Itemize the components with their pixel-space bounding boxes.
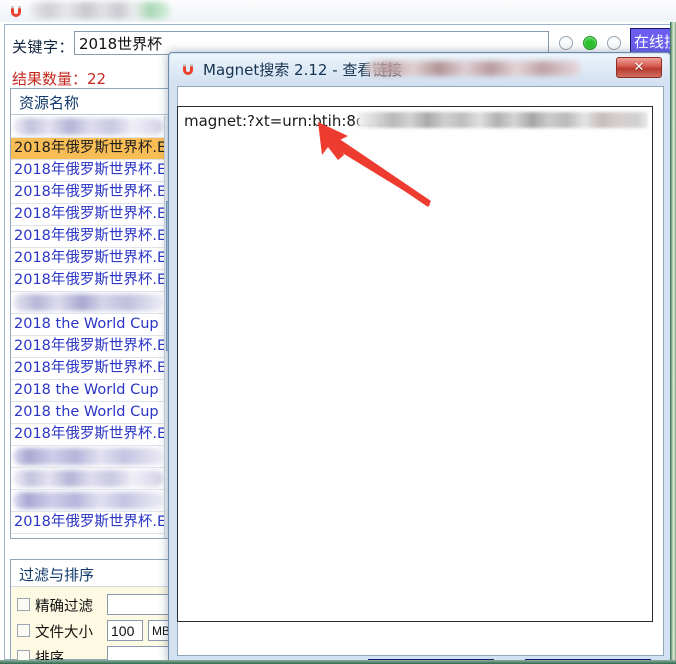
view-link-dialog: Magnet搜索 2.12 - 查看链接 ✕ magnet:?xt=urn:bt…	[168, 52, 671, 664]
list-item-label: 2018年俄罗斯世界杯.EP04.	[14, 184, 173, 200]
radio-option-2[interactable]	[583, 36, 597, 50]
list-item-blurred	[13, 294, 163, 311]
list-item[interactable]: 2018年俄罗斯世界杯.EP32.	[11, 160, 173, 182]
magnet-link-textarea[interactable]: magnet:?xt=urn:btih:8d28	[177, 106, 653, 622]
list-item[interactable]: 2018年俄罗斯世界杯.EP12.	[11, 204, 173, 226]
list-column-header-name: 资源名称	[11, 89, 173, 115]
list-item[interactable]: 2018年俄罗斯世界杯.EP09.	[11, 424, 173, 446]
list-item-label: 2018年俄罗斯世界杯.EP26.	[14, 228, 173, 244]
magnet-icon	[11, 6, 21, 17]
list-item-label: 2018年俄罗斯世界杯.EP11.	[14, 514, 173, 530]
dialog-titlebar[interactable]: Magnet搜索 2.12 - 查看链接 ✕	[170, 54, 669, 84]
list-item[interactable]: 2018 the World Cup in Ru	[11, 402, 173, 424]
list-item-label: 2018 the World Cup in Ru	[14, 382, 173, 398]
list-item[interactable]: 2018年俄罗斯世界杯.EP05.	[11, 336, 173, 358]
list-item[interactable]	[11, 490, 173, 512]
list-item-label: 2018年俄罗斯世界杯.EP32.	[14, 162, 173, 178]
file-size-checkbox[interactable]	[17, 624, 30, 637]
list-item-label: 2018 the World Cup in Ru	[14, 316, 173, 332]
magnet-icon	[183, 64, 193, 75]
list-item[interactable]: 2018 the World Cup in Ru	[11, 314, 173, 336]
list-item[interactable]	[11, 292, 173, 314]
list-item[interactable]: 2018年俄罗斯世界杯.EP17.	[11, 358, 173, 380]
exact-filter-label: 精确过滤	[35, 599, 93, 615]
list-item[interactable]: 2018 the World Cup in Ru	[11, 380, 173, 402]
list-item-label: 2018年俄罗斯世界杯.EP05.	[14, 338, 173, 354]
app-titlebar	[0, 0, 676, 22]
list-rows-container: 2018年俄罗斯世界杯.EP30. 2018年俄罗斯世界杯.EP32. 2018年俄…	[11, 116, 173, 538]
list-item-label: 2018年俄罗斯世界杯.EP30.	[14, 140, 173, 156]
list-item-label: 2018年俄罗斯世界杯.EP01.	[14, 272, 173, 288]
radio-option-3[interactable]	[607, 36, 621, 50]
magnet-link-blurred-tail	[358, 112, 648, 128]
list-item[interactable]: 2018年俄罗斯世界杯.EP11.	[11, 512, 173, 534]
radio-option-1[interactable]	[559, 36, 573, 50]
list-item-blurred	[13, 118, 163, 135]
list-item[interactable]: 2018年俄罗斯世界杯.EP04.	[11, 182, 173, 204]
magnet-link-value: magnet:?xt=urn:btih:8d28	[184, 112, 385, 130]
keyword-label: 关键字：	[12, 38, 75, 56]
file-size-input[interactable]	[107, 620, 143, 641]
list-item-blurred	[13, 470, 163, 487]
list-item-blurred	[13, 448, 163, 465]
desktop-edge-bottom	[0, 660, 676, 664]
list-item-label: 2018年俄罗斯世界杯.EP12.	[14, 206, 173, 222]
list-item-label: 2018 the World Cup in Ru	[14, 404, 173, 420]
file-size-label: 文件大小	[35, 625, 93, 641]
list-item-label: 2018年俄罗斯世界杯.EP09.	[14, 426, 173, 442]
screen: 关键字： 在线搜 结果数量：22 资源名称 2018年俄罗斯世界杯.EP30.2…	[0, 0, 676, 664]
list-item[interactable]: 2018年俄罗斯世界杯.EP01.	[11, 270, 173, 292]
result-count-label: 结果数量：22	[12, 70, 107, 88]
list-item[interactable]: 2018年俄罗斯世界杯.EP26.	[11, 226, 173, 248]
exact-filter-checkbox[interactable]	[17, 598, 30, 611]
list-item-blurred	[13, 492, 163, 509]
app-title-blurred	[30, 2, 170, 19]
list-item-label: 2018年俄罗斯世界杯.EP17.	[14, 360, 173, 376]
list-item[interactable]	[11, 116, 173, 138]
resource-list[interactable]: 资源名称 2018年俄罗斯世界杯.EP30.2018年俄罗斯世界杯.EP32.2…	[10, 88, 174, 539]
list-item[interactable]: 2018年俄罗斯世界杯.EP21.	[11, 248, 173, 270]
list-item[interactable]: 2018年俄罗斯世界杯.EP30.	[11, 138, 173, 160]
list-item[interactable]	[11, 468, 173, 490]
list-item[interactable]	[11, 446, 173, 468]
filter-and-sort-group: 过滤与排序 精确过滤 文件大小 排序	[10, 559, 187, 664]
list-item-label: 2018年俄罗斯世界杯.EP21.	[14, 250, 173, 266]
desktop-edge-right	[670, 22, 676, 664]
dialog-title-blurred-suffix	[366, 61, 581, 76]
close-icon[interactable]: ✕	[616, 57, 662, 78]
filter-group-title: 过滤与排序	[11, 560, 173, 587]
